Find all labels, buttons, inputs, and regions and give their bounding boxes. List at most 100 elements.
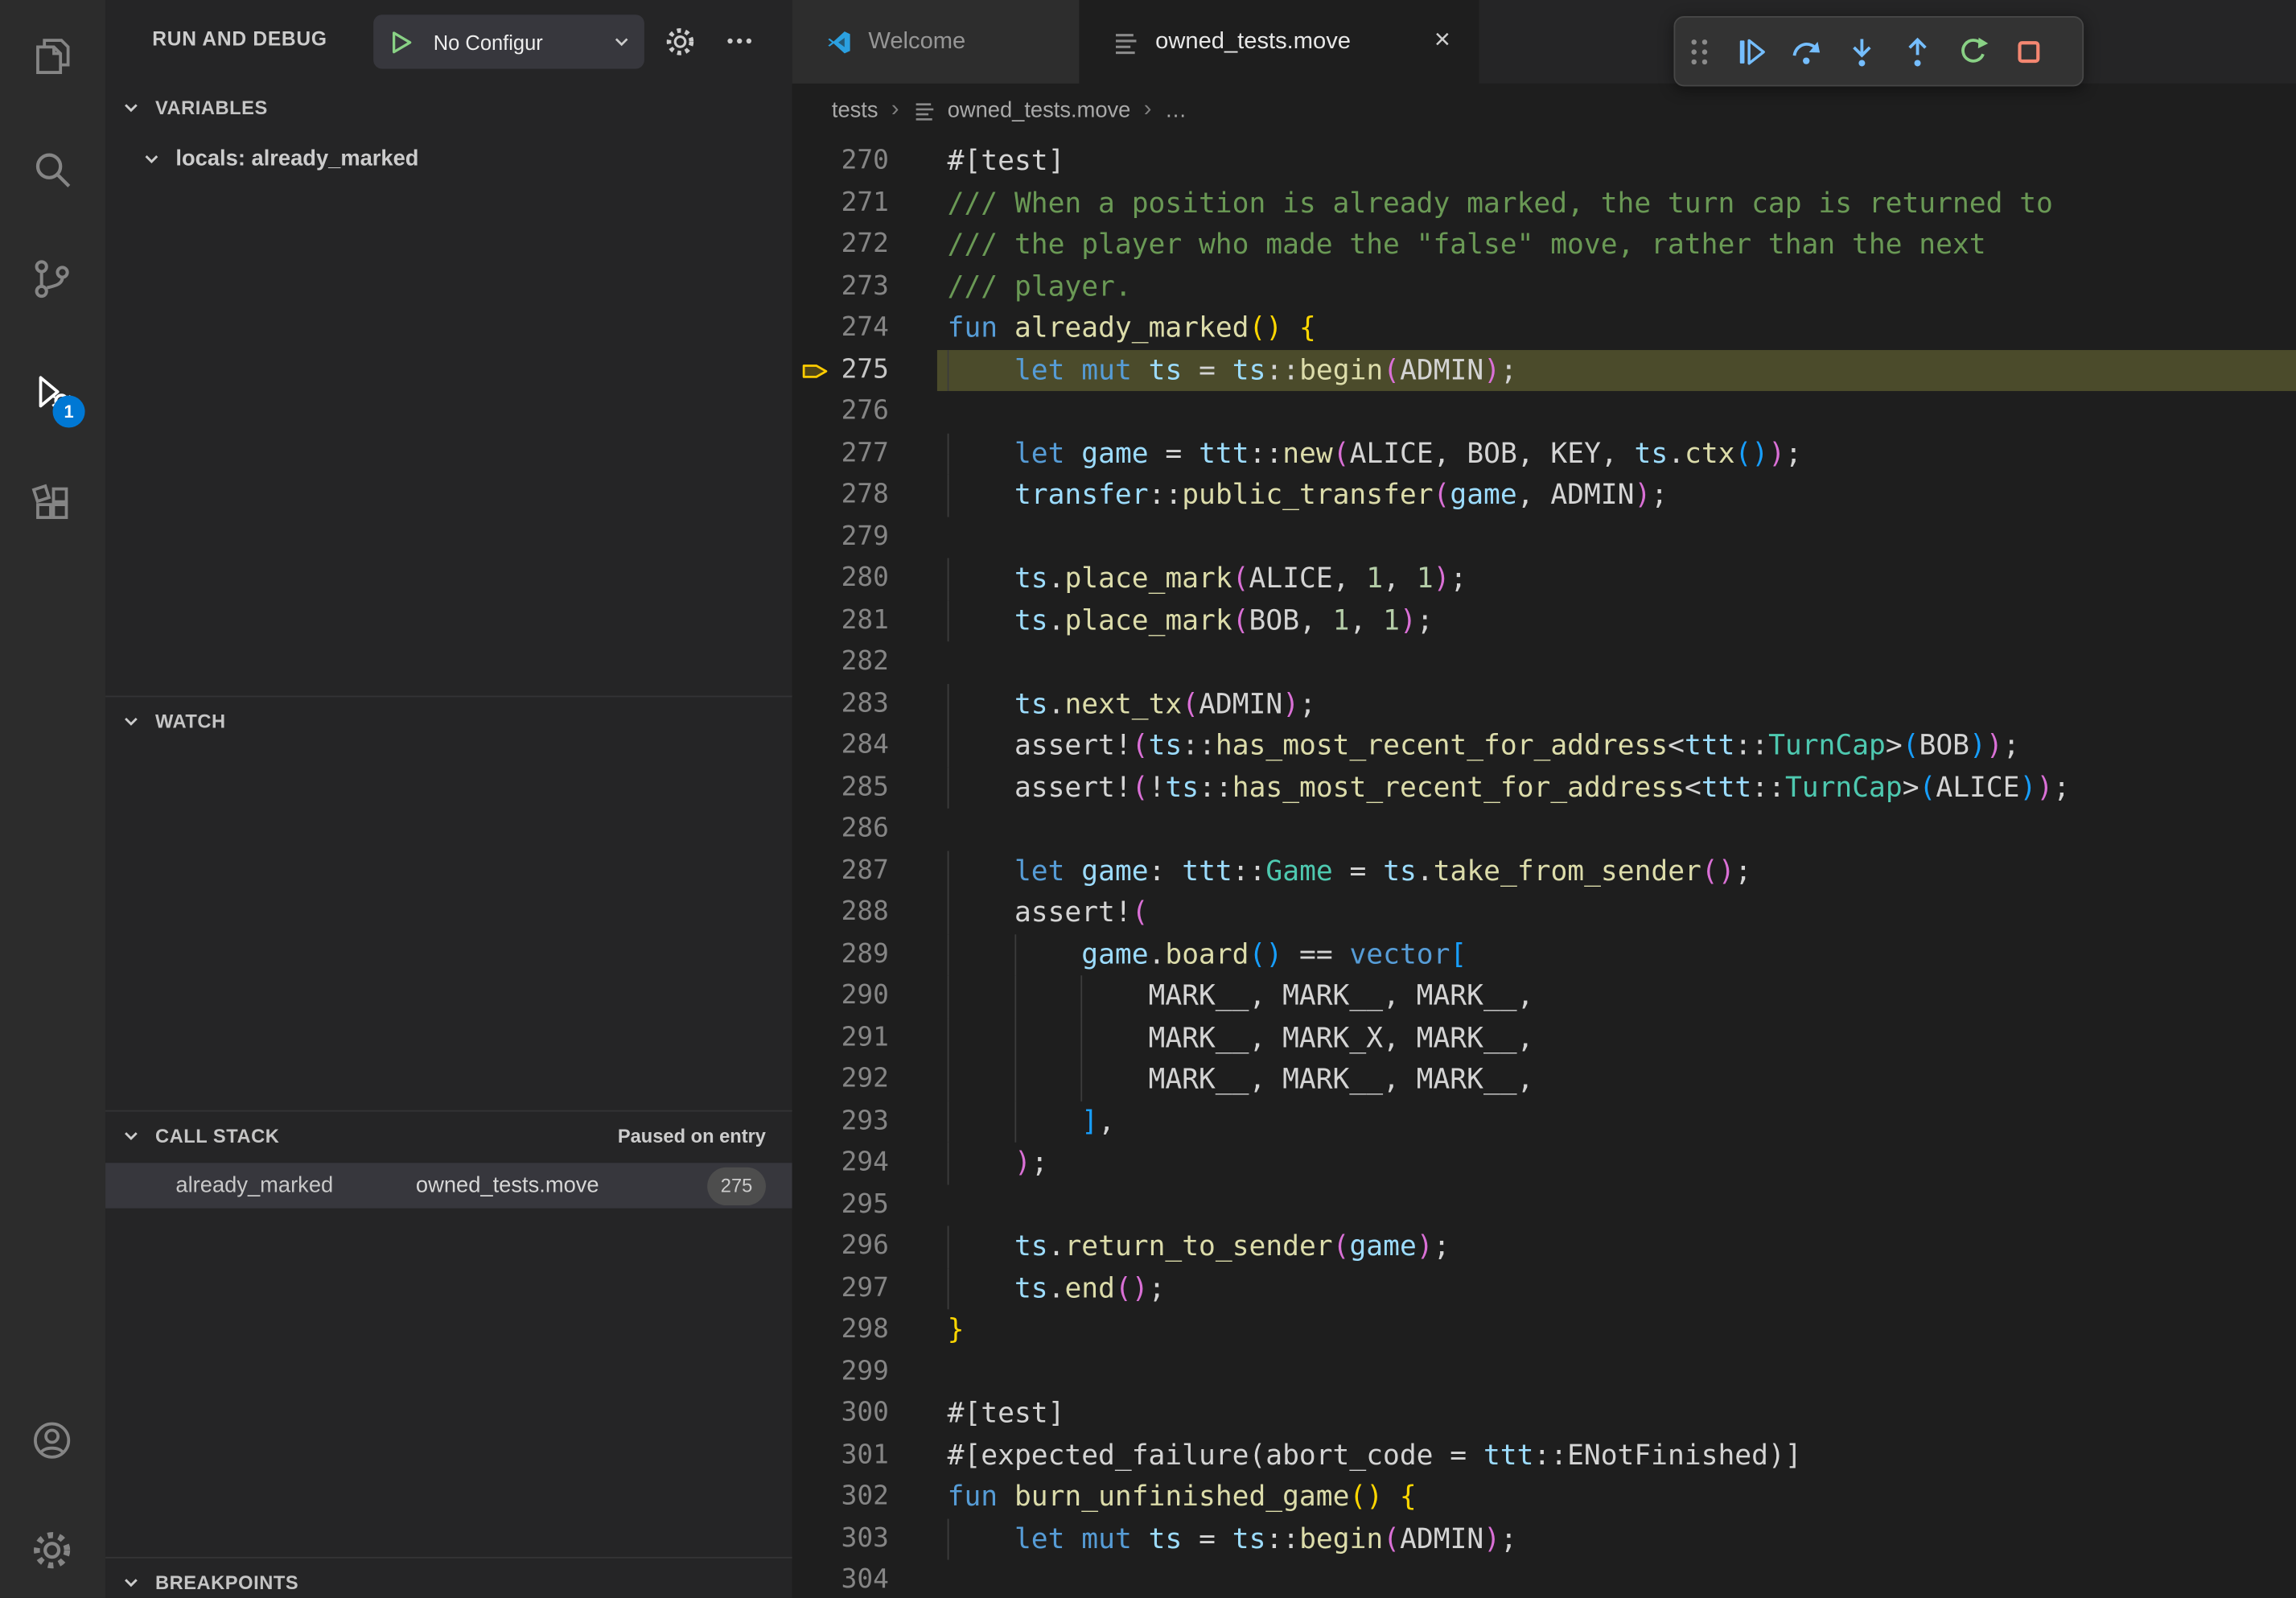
code-line-text[interactable]: let mut ts = ts::begin(ADMIN); [948, 349, 1517, 391]
line-number[interactable]: 286 [792, 809, 889, 850]
line-number[interactable]: 296 [792, 1226, 889, 1268]
line-number[interactable]: 303 [792, 1518, 889, 1560]
line-number[interactable]: 293 [792, 1101, 889, 1143]
line-number[interactable]: 284 [792, 725, 889, 767]
code-row[interactable]: 272 /// the player who made the "false" m… [792, 224, 2296, 266]
line-number[interactable]: 271 [792, 183, 889, 224]
code-row[interactable]: 295 [792, 1184, 2296, 1226]
line-number[interactable]: 276 [792, 391, 889, 433]
code-line-text[interactable]: ts.end(); [948, 1267, 1166, 1309]
variables-section-header[interactable]: VARIABLES [105, 84, 792, 130]
line-number[interactable]: 299 [792, 1351, 889, 1393]
code-row[interactable]: 277 let game = ttt::new(ALICE, BOB, KEY,… [792, 433, 2296, 475]
code-line-text[interactable]: /// When a position is already marked, t… [948, 183, 2053, 224]
line-number[interactable]: 280 [792, 558, 889, 599]
code-line-text[interactable]: assert!( [948, 892, 1149, 934]
code-row[interactable]: 278 transfer::public_transfer(game, ADMI… [792, 475, 2296, 517]
code-row[interactable]: 296 ts.return_to_sender(game); [792, 1226, 2296, 1268]
line-number[interactable]: 294 [792, 1143, 889, 1184]
line-number[interactable]: 295 [792, 1184, 889, 1226]
code-line-text[interactable]: assert!(!ts::has_most_recent_for_address… [948, 767, 2070, 809]
code-line-text[interactable]: /// the player who made the "false" move… [948, 224, 1986, 266]
code-line-text[interactable]: ], [948, 1101, 1115, 1143]
code-line-text[interactable]: let game = ttt::new(ALICE, BOB, KEY, ts.… [948, 433, 1802, 475]
code-row[interactable]: 287 let game: ttt::Game = ts.take_from_s… [792, 850, 2296, 892]
code-row[interactable]: 271 /// When a position is already marked… [792, 183, 2296, 224]
code-line-text[interactable]: MARK__, MARK_X, MARK__, [948, 1017, 1534, 1059]
code-row[interactable]: 301 #[expected_failure(abort_code = ttt::… [792, 1435, 2296, 1477]
line-number[interactable]: 272 [792, 224, 889, 266]
code-editor[interactable]: 270 #[test] 271 /// When a position is alre… [792, 136, 2296, 1598]
more-actions-icon[interactable] [718, 19, 762, 64]
code-row[interactable]: 304 [792, 1560, 2296, 1598]
line-number[interactable]: 281 [792, 599, 889, 641]
code-line-text[interactable]: ts.place_mark(ALICE, 1, 1); [948, 558, 1467, 599]
line-number[interactable]: 291 [792, 1017, 889, 1059]
line-number[interactable]: 300 [792, 1393, 889, 1435]
code-row[interactable]: 298} [792, 1309, 2296, 1351]
line-number[interactable]: 292 [792, 1059, 889, 1101]
stop-button[interactable] [2000, 19, 2055, 84]
line-number[interactable]: 278 [792, 475, 889, 517]
code-row[interactable]: 290 MARK__, MARK__, MARK__, [792, 975, 2296, 1017]
settings-gear-icon[interactable] [16, 1514, 86, 1584]
code-row[interactable]: 274fun already_marked() { [792, 307, 2296, 349]
close-tab-icon[interactable]: × [1423, 22, 1461, 60]
code-line-text[interactable]: ); [948, 1143, 1048, 1184]
code-line-text[interactable]: /// player. [948, 266, 1132, 307]
code-row[interactable]: 270 #[test] [792, 141, 2296, 183]
code-line-text[interactable]: #[expected_failure(abort_code = ttt::ENo… [948, 1435, 1802, 1477]
code-line-text[interactable]: MARK__, MARK__, MARK__, [948, 975, 1534, 1017]
source-control-icon[interactable] [16, 243, 86, 313]
start-debug-icon[interactable] [391, 30, 413, 53]
code-row[interactable]: 275 let mut ts = ts::begin(ADMIN); [792, 349, 2296, 391]
breakpoints-section-header[interactable]: BREAKPOINTS [105, 1557, 792, 1598]
line-number[interactable]: 304 [792, 1560, 889, 1598]
code-row[interactable]: 273 /// player. [792, 266, 2296, 307]
line-number[interactable]: 283 [792, 683, 889, 725]
code-row[interactable]: 288 assert!( [792, 892, 2296, 934]
code-row[interactable]: 302fun burn_unfinished_game() { [792, 1477, 2296, 1518]
line-number[interactable]: 301 [792, 1435, 889, 1477]
code-row[interactable]: 293 ], [792, 1101, 2296, 1143]
line-number[interactable]: 282 [792, 641, 889, 683]
toolbar-drag-handle-icon[interactable] [1675, 19, 1722, 84]
line-number[interactable]: 287 [792, 850, 889, 892]
code-line-text[interactable]: #[test] [948, 141, 1065, 183]
code-line-text[interactable]: #[test] [948, 1393, 1065, 1435]
line-number[interactable]: 270 [792, 141, 889, 183]
step-over-button[interactable] [1778, 19, 1833, 84]
restart-button[interactable] [1944, 19, 2000, 84]
code-row[interactable]: 300 #[test] [792, 1393, 2296, 1435]
code-row[interactable]: 303 let mut ts = ts::begin(ADMIN); [792, 1518, 2296, 1560]
code-row[interactable]: 276 [792, 391, 2296, 433]
code-line-text[interactable]: game.board() == vector[ [948, 933, 1467, 975]
code-row[interactable]: 284 assert!(ts::has_most_recent_for_addr… [792, 725, 2296, 767]
code-row[interactable]: 297 ts.end(); [792, 1267, 2296, 1309]
launch-config-dropdown[interactable]: No Configur [373, 14, 644, 68]
breadcrumb-item-more[interactable]: … [1165, 97, 1187, 122]
extensions-icon[interactable] [16, 467, 86, 537]
line-number[interactable]: 288 [792, 892, 889, 934]
code-line-text[interactable]: ts.next_tx(ADMIN); [948, 683, 1316, 725]
line-number[interactable]: 279 [792, 517, 889, 558]
watch-section-header[interactable]: WATCH [105, 696, 792, 744]
code-row[interactable]: 299 [792, 1351, 2296, 1393]
explorer-icon[interactable] [16, 20, 86, 90]
line-number[interactable]: 273 [792, 266, 889, 307]
tab-welcome[interactable]: Welcome [792, 0, 1081, 84]
tab-owned-tests-move[interactable]: owned_tests.move × [1079, 0, 1479, 84]
code-line-text[interactable]: assert!(ts::has_most_recent_for_address<… [948, 725, 2020, 767]
variables-scope-row[interactable]: locals: already_marked [105, 136, 792, 180]
line-number[interactable]: 298 [792, 1309, 889, 1351]
account-icon[interactable] [16, 1405, 86, 1475]
code-line-text[interactable]: } [948, 1309, 965, 1351]
code-row[interactable]: 279 [792, 517, 2296, 558]
code-line-text[interactable]: ts.return_to_sender(game); [948, 1226, 1450, 1268]
code-line-text[interactable]: fun already_marked() { [948, 307, 1316, 349]
breadcrumb-item-tests[interactable]: tests [832, 97, 878, 122]
line-number[interactable]: 277 [792, 433, 889, 475]
code-row[interactable]: 282 [792, 641, 2296, 683]
call-stack-section-header[interactable]: CALL STACK Paused on entry [105, 1110, 792, 1159]
continue-button[interactable] [1722, 19, 1778, 84]
